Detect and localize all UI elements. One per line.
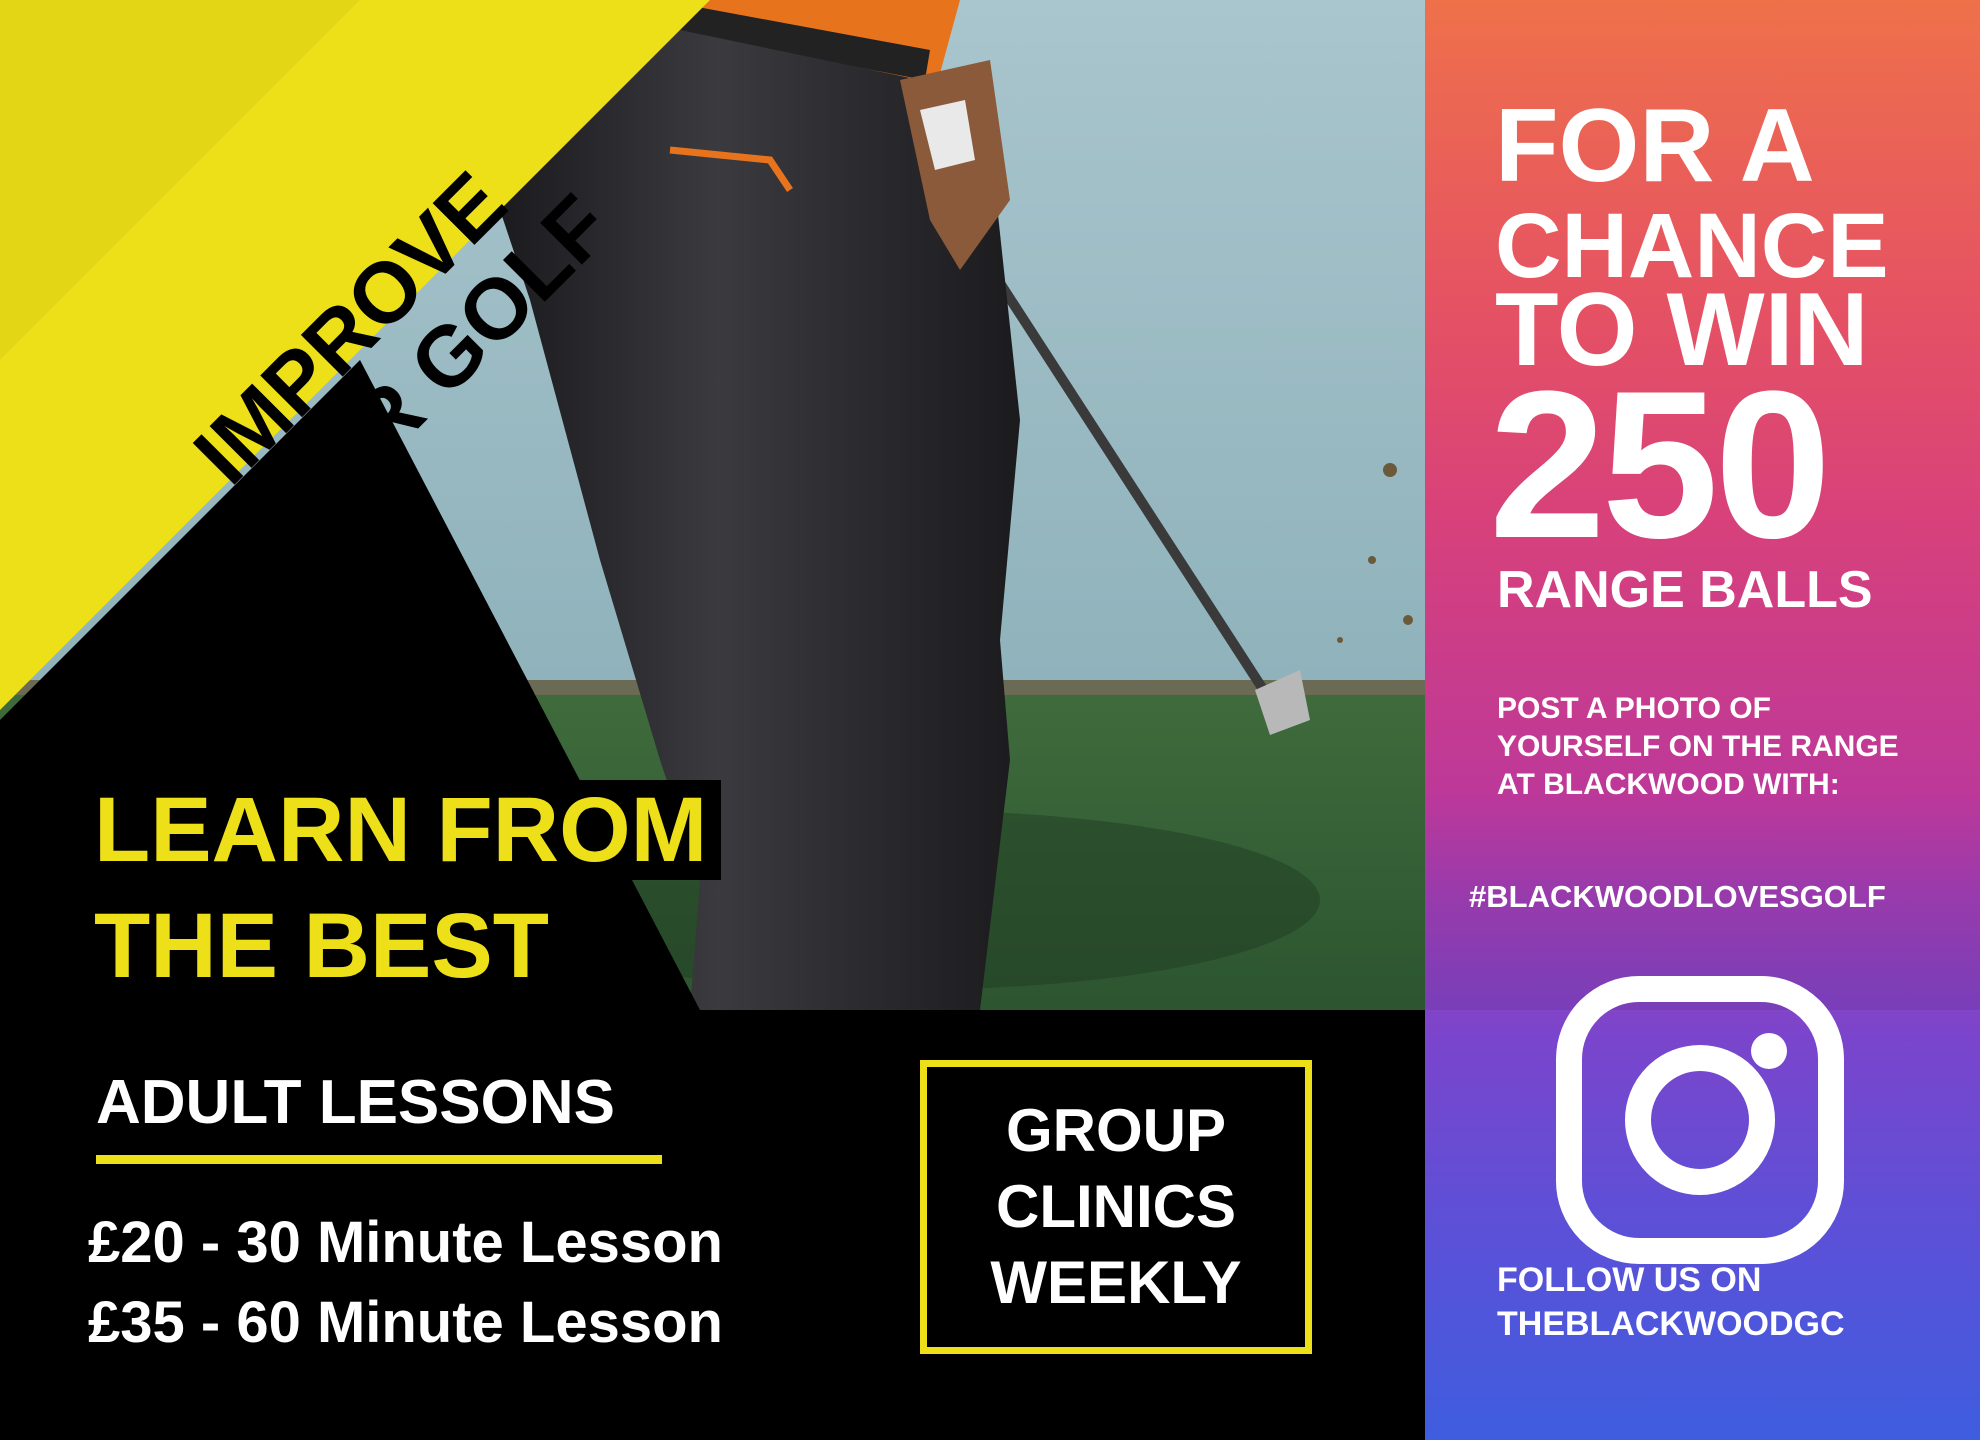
instagram-icon[interactable] [1555, 975, 1845, 1265]
price-30-minute: £20 - 30 Minute Lesson [88, 1210, 723, 1275]
follow-us-text: FOLLOW US ON THEBLACKWOODGC [1497, 1258, 1845, 1346]
improve-your-golf-banner: IMPROVE YOUR GOLF [30, 30, 670, 670]
promo-panel: FOR A CHANCE TO WIN 250 RANGE BALLS POST… [1425, 0, 1980, 1440]
headline-line-1: LEARN FROM [84, 780, 722, 880]
adult-lessons-underline [96, 1155, 662, 1164]
promo-range-balls: RANGE BALLS [1497, 561, 1873, 619]
golf-lessons-poster: IMPROVE YOUR GOLF LEARN FROM THE BEST AD… [0, 0, 1980, 1440]
post-photo-text: POST A PHOTO OF YOURSELF ON THE RANGE AT… [1497, 692, 1899, 801]
group-clinics-box: GROUP CLINICS WEEKLY [920, 1060, 1312, 1354]
follow-line-1: FOLLOW US ON [1497, 1261, 1762, 1299]
headline-line-2: THE BEST [84, 896, 563, 996]
promo-number: 250 [1489, 347, 1831, 582]
clinics-line-3: WEEKLY [990, 1249, 1242, 1316]
adult-lessons-title: ADULT LESSONS [96, 1068, 615, 1137]
hashtag: #BLACKWOODLOVESGOLF [1469, 879, 1886, 914]
follow-handle[interactable]: THEBLACKWOODGC [1497, 1302, 1845, 1346]
promo-line-1: FOR A [1495, 88, 1815, 204]
clinics-line-2: CLINICS [996, 1173, 1236, 1240]
clinics-line-1: GROUP [1005, 1097, 1227, 1164]
price-60-minute: £35 - 60 Minute Lesson [88, 1290, 723, 1355]
